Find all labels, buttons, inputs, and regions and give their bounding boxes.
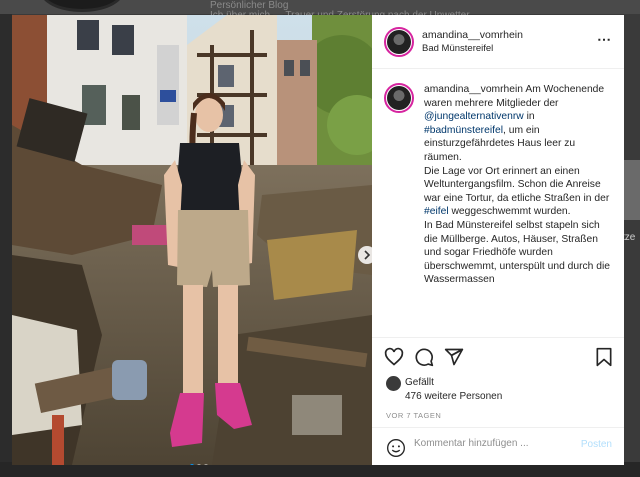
- post-caption: amandina__vomrhein Am Wochenende waren m…: [424, 83, 612, 337]
- emoji-icon[interactable]: [386, 438, 406, 458]
- share-icon[interactable]: [444, 347, 464, 367]
- backdrop-text-fragment: tze: [622, 232, 636, 243]
- post-timestamp[interactable]: VOR 7 TAGEN: [386, 411, 441, 420]
- caption-text: In Bad Münstereifel selbst stapeln sich …: [424, 219, 611, 286]
- hashtag-link[interactable]: #badmünstereifel: [424, 125, 503, 136]
- chevron-right-icon: [364, 250, 371, 260]
- comment-input[interactable]: [414, 438, 564, 449]
- caption-scroll-area[interactable]: amandina__vomrhein Am Wochenende waren m…: [372, 69, 624, 337]
- carousel-next-button[interactable]: [358, 246, 372, 264]
- hashtag-link[interactable]: #eifel: [424, 206, 449, 217]
- mention-link[interactable]: @jungealternativenrw: [424, 111, 524, 122]
- post-comment-button[interactable]: Posten: [581, 439, 612, 450]
- post-details-panel: amandina__vomrhein Bad Münstereifel ⋯ am…: [372, 15, 624, 465]
- likes-section: Gefällt 476 weitere Personen VOR 7 TAGEN: [372, 371, 624, 420]
- caption-text: Die Lage vor Ort erinnert an einen Weltu…: [424, 165, 610, 204]
- backdrop-left-edge: [0, 14, 12, 462]
- heart-icon[interactable]: [384, 347, 404, 367]
- likes-count-link[interactable]: 476 weitere Personen: [405, 391, 502, 402]
- backdrop-thumbnail: [624, 160, 640, 220]
- post-location[interactable]: Bad Münstereifel: [422, 42, 523, 55]
- likes-label: Gefällt: [405, 377, 434, 388]
- comment-bar: Posten: [372, 427, 624, 465]
- carousel-dot: [190, 464, 194, 465]
- author-username[interactable]: amandina__vomrhein: [422, 29, 523, 42]
- caption-author[interactable]: amandina__vomrhein: [424, 84, 523, 95]
- more-options-icon[interactable]: ⋯: [597, 32, 612, 46]
- caption-text: in: [523, 111, 535, 123]
- action-bar: [372, 337, 624, 371]
- post-header: amandina__vomrhein Bad Münstereifel ⋯: [372, 15, 624, 69]
- carousel-dot: [204, 464, 208, 465]
- bookmark-icon[interactable]: [594, 347, 614, 367]
- caption-text: weggeschwemmt wurden.: [448, 206, 571, 218]
- author-avatar[interactable]: [384, 26, 414, 57]
- liker-avatar[interactable]: [386, 376, 401, 391]
- carousel-dot: [197, 464, 201, 465]
- flood-debris-street-photo: [12, 15, 372, 465]
- carousel-indicator: [190, 464, 208, 465]
- comment-icon[interactable]: [414, 347, 434, 367]
- caption-author-avatar[interactable]: [384, 83, 414, 113]
- post-photo[interactable]: [12, 15, 372, 465]
